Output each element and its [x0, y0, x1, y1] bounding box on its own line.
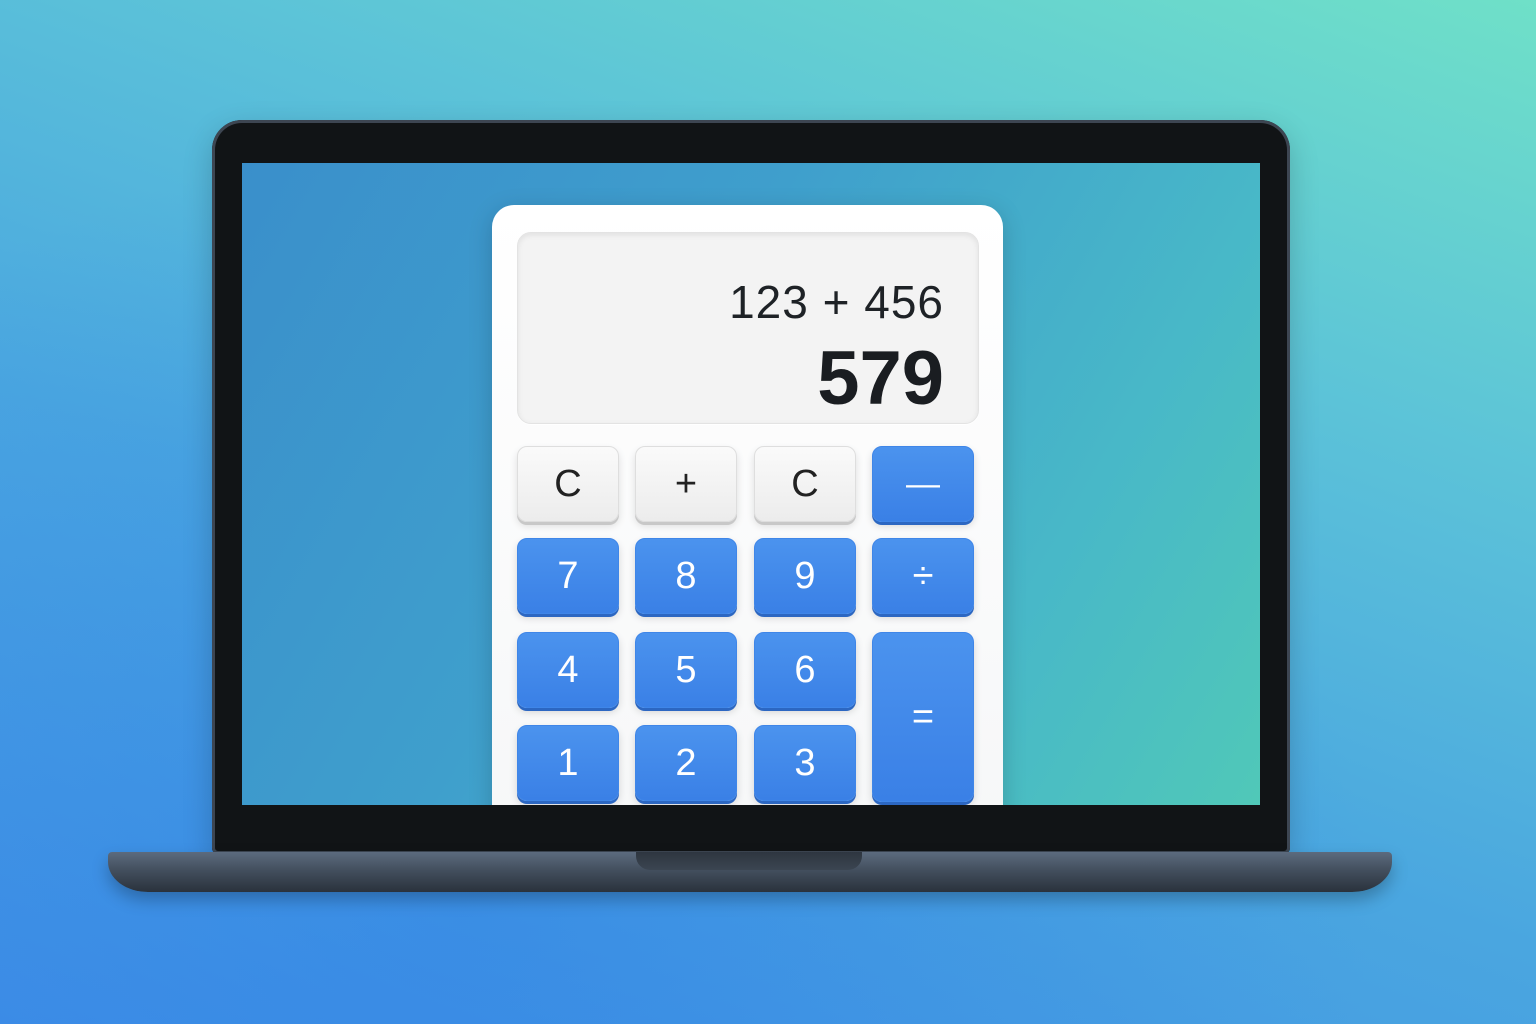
- key-label: 4: [557, 648, 579, 691]
- digit-7-button[interactable]: 7: [517, 538, 619, 614]
- key-label: C: [554, 462, 582, 505]
- expression-text: 123 + 456: [729, 276, 944, 328]
- key-label: ÷: [912, 554, 934, 597]
- key-label: 6: [794, 648, 816, 691]
- clear-button-2[interactable]: C: [754, 446, 856, 522]
- digit-6-button[interactable]: 6: [754, 632, 856, 708]
- equals-button[interactable]: =: [872, 632, 974, 802]
- key-label: C: [791, 462, 819, 505]
- plus-button[interactable]: +: [635, 446, 737, 522]
- digit-2-button[interactable]: 2: [635, 725, 737, 801]
- digit-3-button[interactable]: 3: [754, 725, 856, 801]
- digit-1-button[interactable]: 1: [517, 725, 619, 801]
- laptop-hinge-notch: [636, 852, 862, 870]
- result-text: 579: [817, 336, 944, 421]
- digit-8-button[interactable]: 8: [635, 538, 737, 614]
- key-label: 5: [675, 648, 697, 691]
- divide-button[interactable]: ÷: [872, 538, 974, 614]
- key-label: 7: [557, 554, 579, 597]
- key-label: 9: [794, 554, 816, 597]
- calculator-display: 123 + 456 579: [517, 232, 979, 424]
- clear-button[interactable]: C: [517, 446, 619, 522]
- key-label: 1: [557, 741, 579, 784]
- key-label: 3: [794, 741, 816, 784]
- key-label: 2: [675, 741, 697, 784]
- key-label: =: [911, 695, 935, 738]
- key-label: 8: [675, 554, 697, 597]
- digit-9-button[interactable]: 9: [754, 538, 856, 614]
- digit-5-button[interactable]: 5: [635, 632, 737, 708]
- calculator-app: 123 + 456 579 C + C — 7 8 9 ÷ 4 5 6 = 1 …: [492, 205, 1003, 805]
- key-label: —: [906, 464, 940, 503]
- digit-4-button[interactable]: 4: [517, 632, 619, 708]
- minus-button[interactable]: —: [872, 446, 974, 522]
- laptop-screen: 123 + 456 579 C + C — 7 8 9 ÷ 4 5 6 = 1 …: [242, 163, 1260, 805]
- key-label: +: [674, 462, 698, 505]
